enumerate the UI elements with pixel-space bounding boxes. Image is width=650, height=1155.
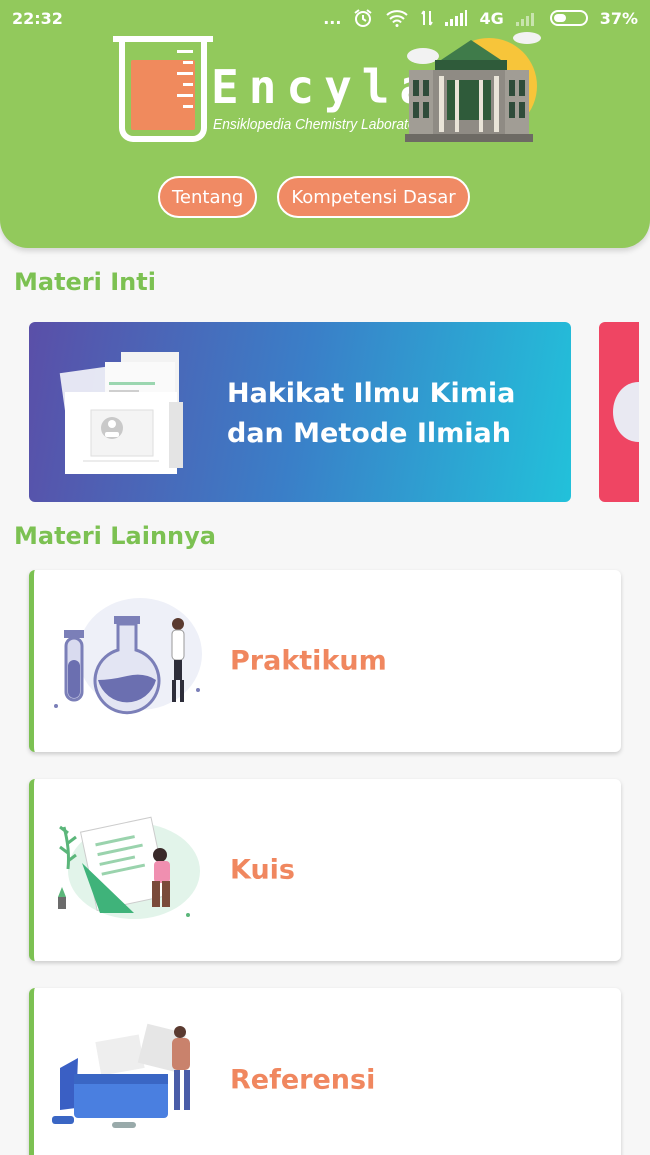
reference-folder-illustration-icon: [52, 1023, 190, 1128]
app-logo: Encylab Ensiklopedia Chemistry Laborator…: [113, 32, 545, 148]
status-bar: 22:32 ... 4G 37%: [0, 0, 650, 36]
hakikat-ilmu-kimia-card[interactable]: Hakikat Ilmu Kimia dan Metode Ilmiah: [29, 322, 571, 502]
battery-percent: 37%: [599, 8, 638, 28]
more-dots: ...: [323, 8, 342, 28]
alarm-icon: [353, 8, 373, 28]
praktikum-label: Praktikum: [230, 645, 387, 677]
header-buttons: Tentang Kompetensi Dasar: [158, 176, 470, 218]
network-type: 4G: [479, 8, 504, 28]
data-transfer-icon: [421, 9, 434, 27]
status-icons: ... 4G 37%: [323, 8, 638, 28]
signal-icon: [445, 10, 468, 26]
next-materi-card-peek[interactable]: [599, 322, 639, 502]
battery-icon: [549, 10, 588, 26]
status-time: 22:32: [12, 8, 63, 28]
referensi-label: Referensi: [230, 1064, 376, 1096]
hero-card-title: Hakikat Ilmu Kimia dan Metode Ilmiah: [227, 378, 516, 449]
quiz-document-illustration-icon: [58, 816, 200, 919]
wifi-icon: [385, 9, 409, 27]
tentang-button[interactable]: Tentang: [158, 176, 258, 218]
materi-lainnya-heading: Materi Lainnya: [14, 522, 216, 550]
kuis-label: Kuis: [230, 854, 295, 886]
document-folder-icon: [59, 352, 183, 474]
signal-weak-icon: [515, 10, 538, 26]
referensi-card[interactable]: Referensi: [29, 988, 621, 1155]
kuis-card[interactable]: Kuis: [29, 779, 621, 961]
university-building-icon: [405, 32, 541, 142]
app-header: 22:32 ... 4G 37% Encylab Ensiklopedia Ch…: [0, 0, 650, 248]
lab-flask-illustration-icon: [54, 598, 202, 715]
praktikum-card[interactable]: Praktikum: [29, 570, 621, 752]
beaker-icon: [113, 36, 213, 142]
materi-inti-heading: Materi Inti: [14, 268, 156, 296]
logo-subtitle: Ensiklopedia Chemistry Laboratory: [213, 116, 428, 133]
kompetensi-dasar-button[interactable]: Kompetensi Dasar: [277, 176, 470, 218]
